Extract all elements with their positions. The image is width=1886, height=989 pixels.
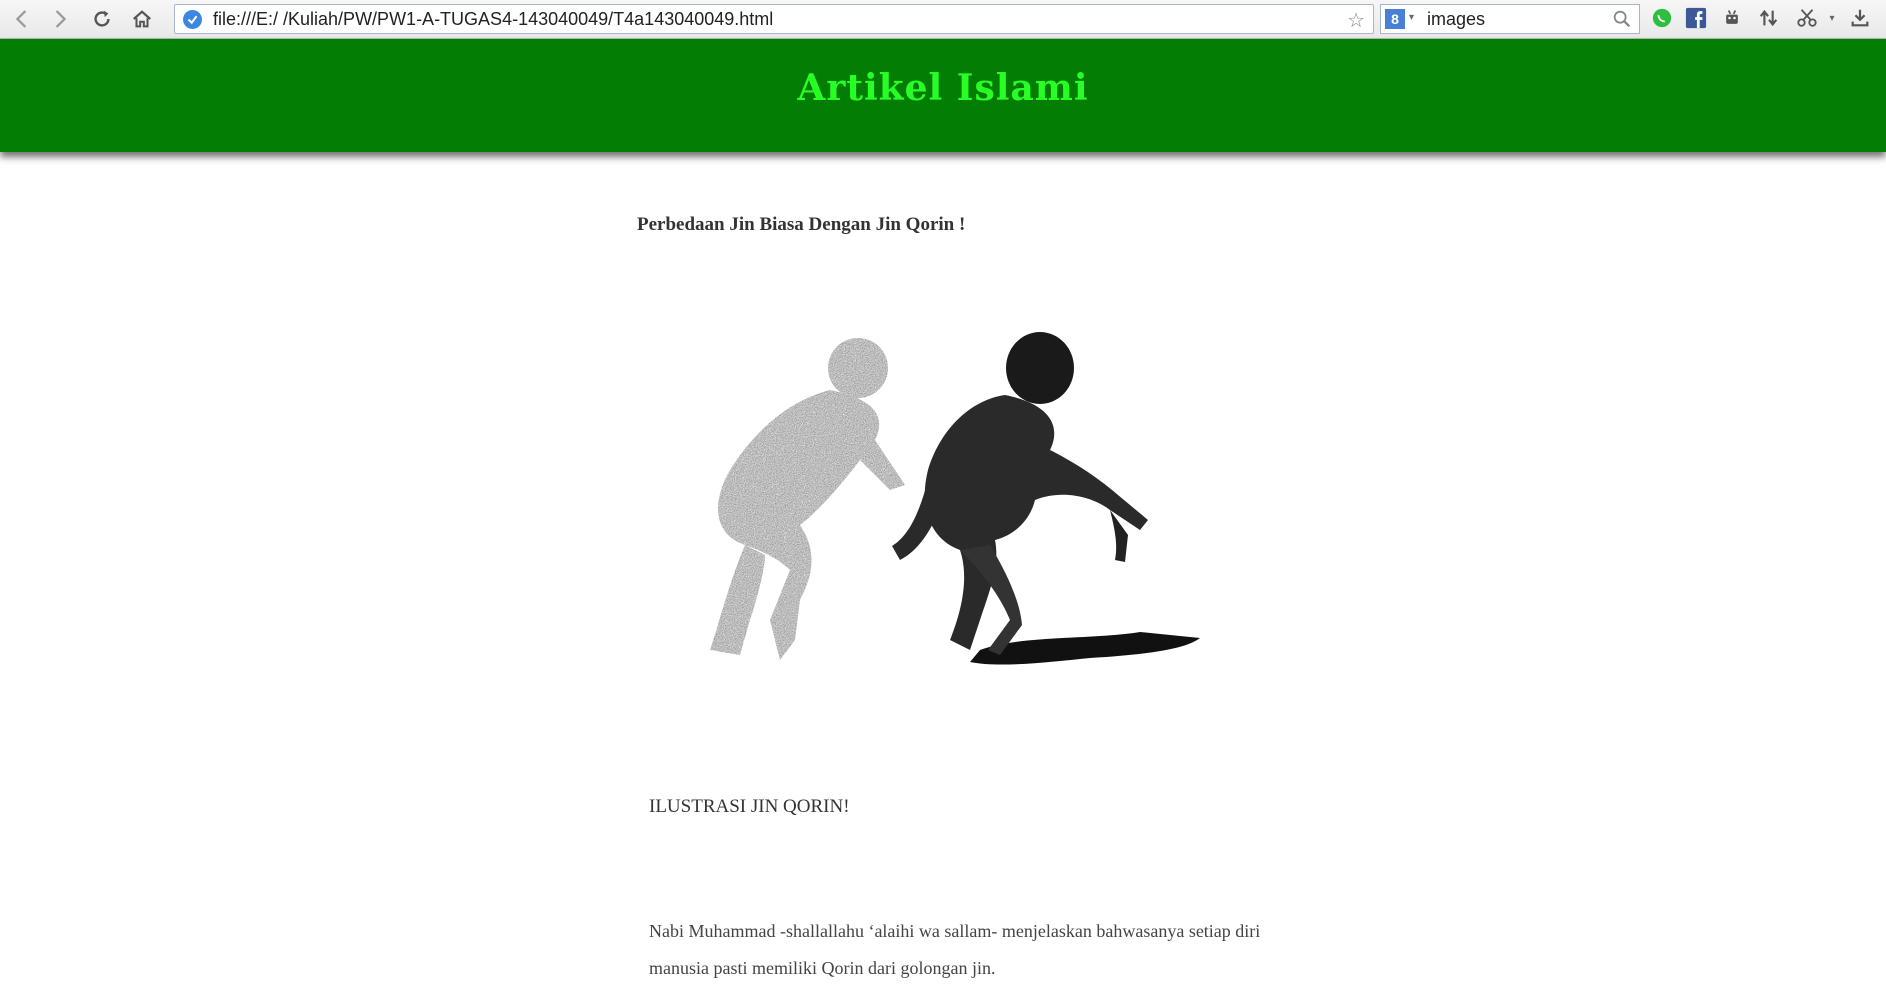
google-icon[interactable]: 8: [1385, 9, 1405, 29]
article-title: Perbedaan Jin Biasa Dengan Jin Qorin !: [637, 214, 966, 235]
reload-icon: [94, 10, 110, 27]
chevron-down-icon[interactable]: ▾: [1409, 12, 1414, 23]
scissors-icon[interactable]: [1795, 6, 1819, 30]
forward-button[interactable]: [46, 5, 74, 33]
article-paragraph: Nabi Muhammad -shallallahu ‘alaihi wa sa…: [649, 921, 1261, 978]
illustration-image: [710, 332, 1200, 665]
back-icon: [15, 10, 26, 28]
browser-toolbar: file:///E:/ /Kuliah/PW/PW1-A-TUGAS4-1430…: [0, 0, 1886, 39]
search-icon[interactable]: [1611, 8, 1633, 30]
download-icon[interactable]: [1848, 6, 1872, 30]
search-input[interactable]: images: [1427, 9, 1485, 30]
chevron-down-icon[interactable]: ▾: [1820, 6, 1844, 30]
back-button[interactable]: [8, 5, 36, 33]
forward-icon: [56, 10, 67, 28]
android-icon[interactable]: [1720, 6, 1744, 30]
home-button[interactable]: [128, 5, 156, 33]
search-box[interactable]: 8 ▾ images: [1380, 4, 1640, 34]
image-caption: ILUSTRASI JIN QORIN!: [649, 796, 850, 817]
home-icon: [133, 10, 151, 28]
facebook-icon[interactable]: [1684, 6, 1708, 30]
url-text[interactable]: file:///E:/ /Kuliah/PW/PW1-A-TUGAS4-1430…: [213, 9, 773, 30]
secure-icon: [183, 10, 202, 29]
reload-button[interactable]: [88, 5, 116, 33]
star-icon[interactable]: ☆: [1347, 8, 1365, 32]
address-bar[interactable]: file:///E:/ /Kuliah/PW/PW1-A-TUGAS4-1430…: [174, 4, 1374, 34]
whatsapp-icon[interactable]: [1650, 6, 1674, 30]
sync-icon[interactable]: [1757, 6, 1781, 30]
site-header: Artikel Islami: [0, 39, 1886, 152]
site-title: Artikel Islami: [797, 67, 1089, 109]
